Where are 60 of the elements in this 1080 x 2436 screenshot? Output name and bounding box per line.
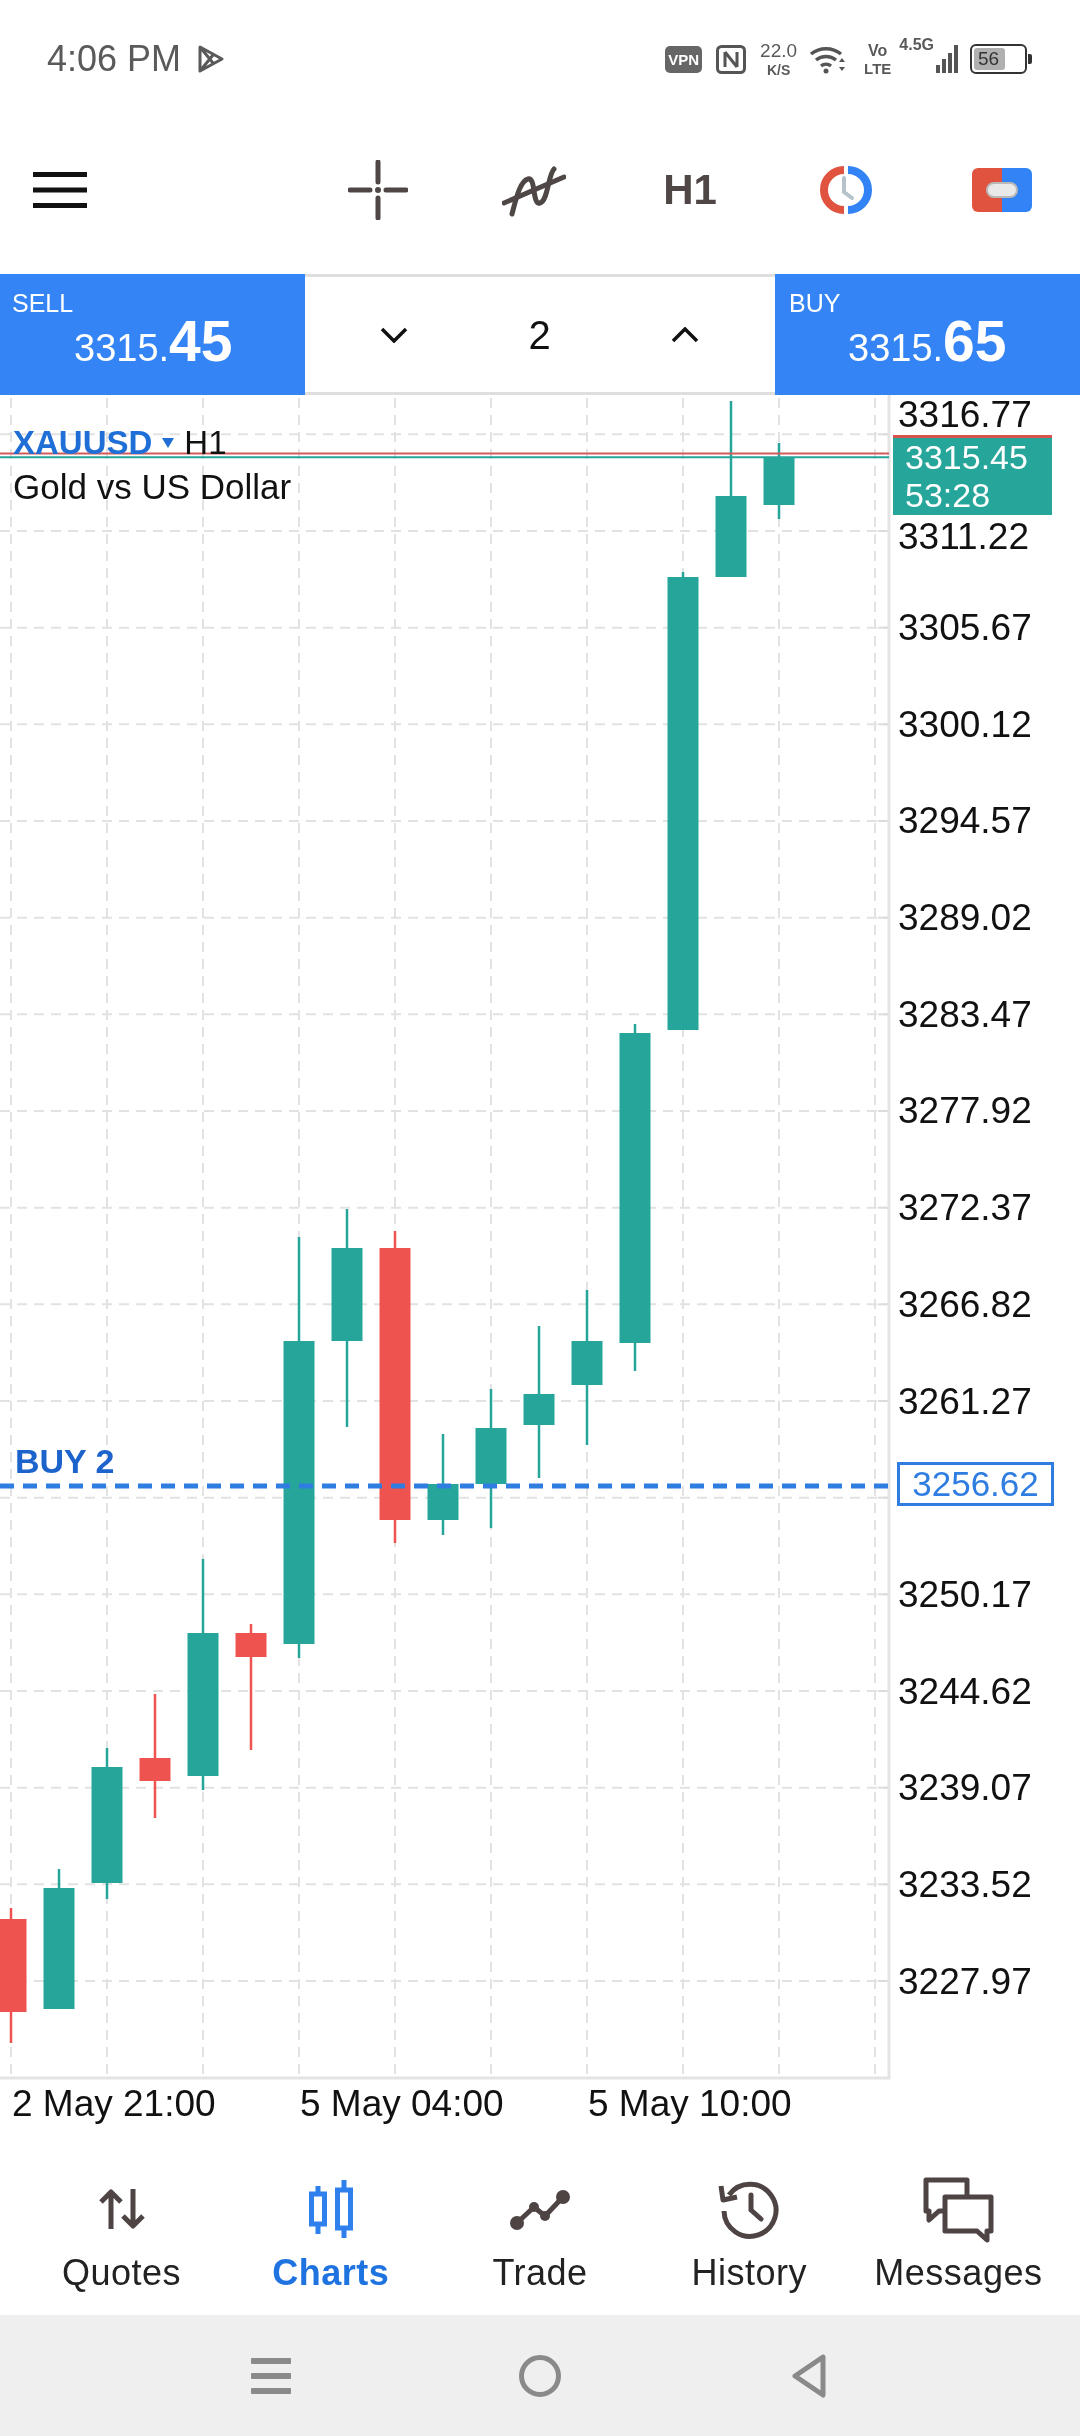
symbol-description: Gold vs US Dollar <box>13 467 292 507</box>
chevron-up-icon[interactable] <box>671 326 699 343</box>
indicator-wave-icon[interactable] <box>502 163 566 217</box>
signal-icon <box>936 45 958 73</box>
play-icon <box>197 44 226 74</box>
nav-tab[interactable]: Quotes <box>17 2130 227 2315</box>
buy-button[interactable]: BUY 3315.65 <box>775 274 1080 395</box>
price-axis-label: 3311.22 <box>898 518 1029 555</box>
sell-button[interactable]: SELL 3315.45 <box>0 274 305 395</box>
symbol-name[interactable]: XAUUSD <box>13 425 153 461</box>
network-speed-unit: K/S <box>766 63 791 77</box>
price-axis-label: 3233.52 <box>898 1865 1032 1903</box>
current-price: 3315.45 <box>905 438 1029 476</box>
wifi-icon <box>809 44 848 74</box>
menu-lines-icon[interactable] <box>250 2355 291 2396</box>
volte-label: Vo <box>868 42 888 59</box>
price-axis-label: 3272.37 <box>898 1189 1032 1227</box>
nfc-icon <box>716 44 747 74</box>
price-axis-label: 3305.67 <box>898 609 1032 647</box>
battery-percentage: 56 <box>978 49 1000 69</box>
price-axis-label: 3250.17 <box>898 1575 1032 1613</box>
price-axis-label: 3316.77 <box>898 396 1032 433</box>
back-icon[interactable] <box>791 2352 828 2399</box>
trend-line-icon <box>509 2188 571 2230</box>
price-axis-label: 3289.02 <box>898 899 1032 937</box>
chevron-down-icon[interactable] <box>380 326 408 343</box>
crosshair-icon[interactable] <box>348 160 408 220</box>
menu-icon[interactable] <box>33 172 87 208</box>
price-axis-label: 3239.07 <box>898 1769 1032 1807</box>
order-price-tag: 3256.62 <box>897 1462 1054 1506</box>
time-axis-label: 5 May 04:00 <box>300 2082 504 2126</box>
home-icon[interactable] <box>519 2354 561 2397</box>
price-axis-label: 3266.82 <box>898 1285 1032 1323</box>
dropdown-caret-icon[interactable] <box>162 438 175 448</box>
nav-tab[interactable]: Charts <box>226 2130 436 2315</box>
price-axis-label: 3283.47 <box>898 995 1032 1033</box>
vpn-badge: VPN <box>665 45 703 73</box>
nav-tab[interactable]: Trade <box>435 2130 645 2315</box>
timeframe-button[interactable]: H1 <box>663 167 717 213</box>
time-axis-label: 5 May 10:00 <box>588 2082 792 2126</box>
price-axis-label: 3294.57 <box>898 802 1032 840</box>
time-axis-label: 2 May 21:00 <box>12 2082 216 2126</box>
price-axis-label: 3261.27 <box>898 1382 1032 1420</box>
chart-timeframe: H1 <box>184 425 227 461</box>
network-type: 4.5G <box>899 37 934 53</box>
toggle-icon[interactable] <box>972 168 1032 212</box>
price-axis-label: 3227.97 <box>898 1962 1032 2000</box>
nav-tab[interactable]: History <box>644 2130 854 2315</box>
lte-label: LTE <box>864 60 892 76</box>
price-axis-label: 3244.62 <box>898 1672 1032 1710</box>
nav-tab[interactable]: Messages <box>853 2130 1063 2315</box>
price-axis-label: 3277.92 <box>898 1092 1032 1130</box>
volume-field[interactable]: 2 <box>528 312 551 357</box>
order-label: BUY 2 <box>15 1441 115 1481</box>
status-time: 4:06 PM <box>47 39 182 79</box>
up-down-arrows-icon <box>98 2187 145 2231</box>
network-speed: 22.0 <box>760 41 798 60</box>
chat-bubbles-icon <box>921 2175 996 2243</box>
price-axis-label: 3300.12 <box>898 705 1032 743</box>
bar-countdown: 53:28 <box>905 476 992 514</box>
